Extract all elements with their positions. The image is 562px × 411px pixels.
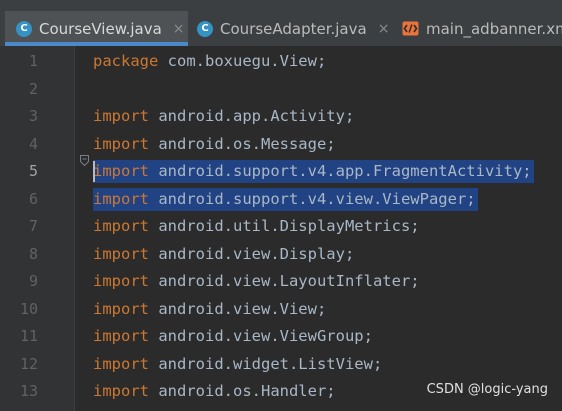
code-rest: android.os.Handler;: [149, 382, 336, 400]
line-number: 12: [19, 354, 38, 373]
code-line[interactable]: 9 import android.view.LayoutInflater;: [0, 268, 562, 295]
code-rest: android.support.v4.view.ViewPager;: [149, 189, 476, 208]
line-number: 6: [28, 189, 38, 208]
keyword: import: [93, 134, 149, 153]
code-line[interactable]: 11 import android.view.ViewGroup;: [0, 323, 562, 350]
code-rest: android.view.View;: [149, 299, 327, 318]
code-editor[interactable]: 1 package com.boxuegu.View; 2 3 import andro…: [0, 46, 562, 411]
code-rest: android.support.v4.app.FragmentActivity;: [149, 162, 532, 180]
code-rest: android.widget.ListView;: [149, 354, 383, 373]
code-text: import android.view.ViewGroup;: [93, 327, 373, 345]
code-text: import android.view.Display;: [93, 245, 354, 263]
java-class-icon: C: [16, 20, 32, 37]
keyword: import: [93, 162, 149, 180]
code-line[interactable]: 1 package com.boxuegu.View;: [0, 48, 562, 75]
code-text: import android.app.Activity;: [93, 107, 354, 125]
tab-label: CourseAdapter.java: [220, 19, 367, 38]
keyword: import: [93, 244, 149, 263]
tab-course-adapter[interactable]: C CourseAdapter.java ×: [188, 11, 390, 46]
code-text: import android.util.DisplayMetrics;: [93, 217, 420, 235]
code-rest: android.app.Activity;: [149, 107, 355, 125]
code-text: import android.support.v4.view.ViewPager…: [93, 190, 476, 208]
code-rest: android.view.Display;: [149, 244, 355, 263]
keyword: import: [93, 107, 149, 125]
code-rest: android.view.LayoutInflater;: [149, 272, 420, 290]
keyword: import: [93, 272, 149, 290]
code-line[interactable]: 10 import android.view.View;: [0, 296, 562, 323]
code-rest: android.os.Message;: [149, 134, 336, 153]
code-line[interactable]: 8 import android.view.Display;: [0, 241, 562, 268]
line-number: 13: [19, 382, 38, 400]
keyword: import: [93, 299, 149, 318]
xml-file-icon: [402, 21, 419, 36]
keyword: import: [93, 189, 149, 208]
line-number: 9: [28, 272, 38, 290]
tab-main-adbanner[interactable]: main_adbanner.xml: [394, 11, 562, 46]
line-number: 2: [28, 79, 38, 98]
code-line[interactable]: 5 import android.support.v4.app.FragmentA…: [0, 158, 562, 185]
code-text: package com.boxuegu.View;: [93, 52, 326, 70]
code-line[interactable]: 2: [0, 76, 562, 103]
code-text: import android.widget.ListView;: [93, 355, 382, 373]
line-number: 8: [28, 244, 38, 263]
code-text: import android.support.v4.app.FragmentAc…: [93, 162, 532, 180]
tab-course-view[interactable]: C CourseView.java ×: [5, 11, 188, 46]
editor-tab-bar: C CourseView.java × C CourseAdapter.java…: [0, 0, 562, 46]
keyword: import: [93, 327, 149, 345]
keyword: package: [93, 52, 159, 70]
line-number: 5: [28, 162, 38, 180]
code-line[interactable]: 12 import android.widget.ListView;: [0, 351, 562, 378]
code-text: import android.view.View;: [93, 300, 326, 318]
code-line[interactable]: 3 import android.app.Activity;: [0, 103, 562, 130]
code-line[interactable]: 6 import android.support.v4.view.ViewPage…: [0, 186, 562, 213]
code-text: import android.view.LayoutInflater;: [93, 272, 420, 290]
java-class-icon: C: [197, 20, 213, 37]
keyword: import: [93, 382, 149, 400]
code-rest: android.view.ViewGroup;: [149, 327, 373, 345]
line-number: 10: [19, 299, 38, 318]
watermark: CSDN @logic-yang: [426, 382, 548, 397]
keyword: import: [93, 354, 149, 373]
code-line[interactable]: 4 import android.os.Message;: [0, 131, 562, 158]
tab-label: CourseView.java: [39, 19, 162, 38]
code-text: import android.os.Message;: [93, 135, 336, 153]
text-caret: [93, 161, 95, 182]
code-line[interactable]: 7 import android.util.DisplayMetrics;: [0, 213, 562, 240]
close-icon[interactable]: ×: [173, 21, 185, 37]
code-rest: android.util.DisplayMetrics;: [149, 217, 420, 235]
line-number: 1: [28, 52, 38, 70]
code-rest: com.boxuegu.View;: [158, 52, 327, 70]
code-text: import android.os.Handler;: [93, 382, 336, 400]
line-number: 3: [28, 107, 38, 125]
line-number: 4: [28, 134, 38, 153]
tab-label: main_adbanner.xml: [426, 19, 562, 38]
line-number: 11: [19, 327, 38, 345]
line-number: 7: [28, 217, 38, 235]
close-icon[interactable]: ×: [378, 21, 390, 37]
keyword: import: [93, 217, 149, 235]
